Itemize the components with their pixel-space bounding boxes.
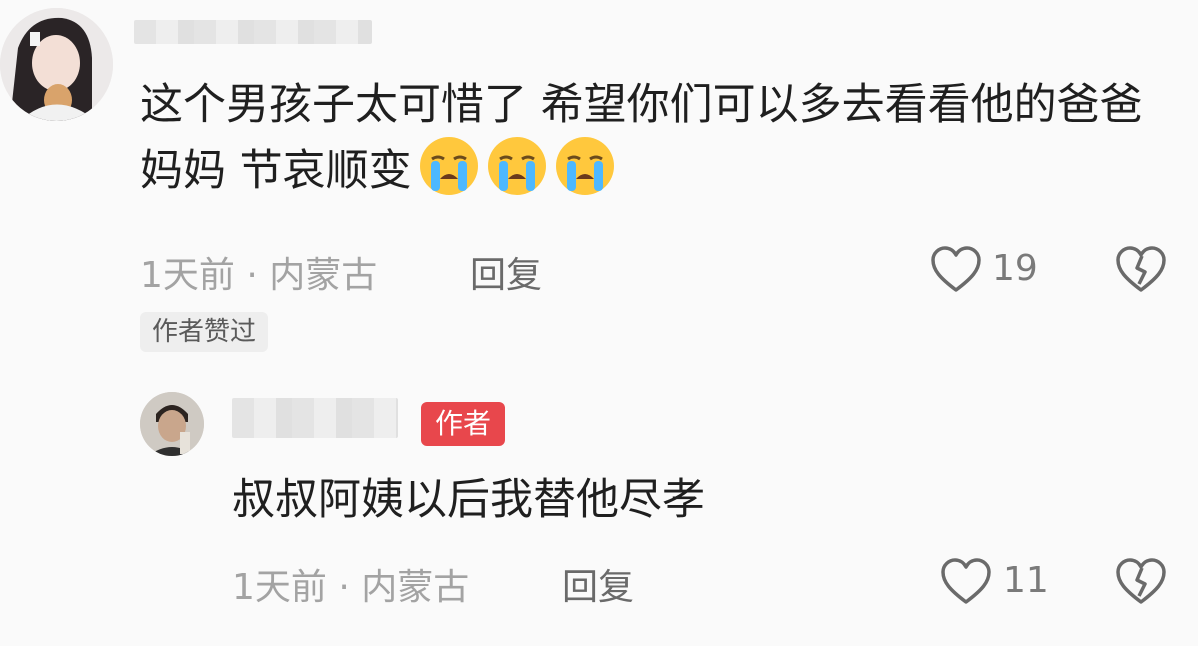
commenter-username-blurred[interactable] xyxy=(134,20,372,44)
author-liked-tag: 作者赞过 xyxy=(140,312,269,352)
broken-heart-icon[interactable] xyxy=(1115,246,1167,294)
reply-meta: 1天前 · 内蒙古 xyxy=(232,567,470,608)
commenter-avatar[interactable] xyxy=(0,8,113,121)
reply-button[interactable]: 回复 xyxy=(562,558,634,610)
author-badge: 作者 xyxy=(421,402,506,446)
comment-meta: 1天前 · 内蒙古 xyxy=(140,255,378,296)
broken-heart-icon[interactable] xyxy=(1115,558,1167,606)
like-count: 11 xyxy=(1003,560,1049,601)
author-avatar[interactable] xyxy=(140,392,204,456)
loudly-crying-face-icon xyxy=(487,137,546,195)
author-username-blurred[interactable] xyxy=(232,398,398,438)
heart-outline-icon[interactable] xyxy=(940,558,992,606)
emoji-group xyxy=(412,135,616,213)
reply-button[interactable]: 回复 xyxy=(470,246,542,298)
like-count: 19 xyxy=(992,248,1038,289)
loudly-crying-face-icon xyxy=(419,137,478,195)
heart-outline-icon[interactable] xyxy=(930,246,982,294)
reply-text: 叔叔阿姨以后我替他尽孝 xyxy=(232,475,705,525)
loudly-crying-face-icon xyxy=(555,137,614,195)
comment-text: 这个男孩子太可惜了 希望你们可以多去看看他的爸爸妈妈 节哀顺变 xyxy=(140,75,1150,213)
